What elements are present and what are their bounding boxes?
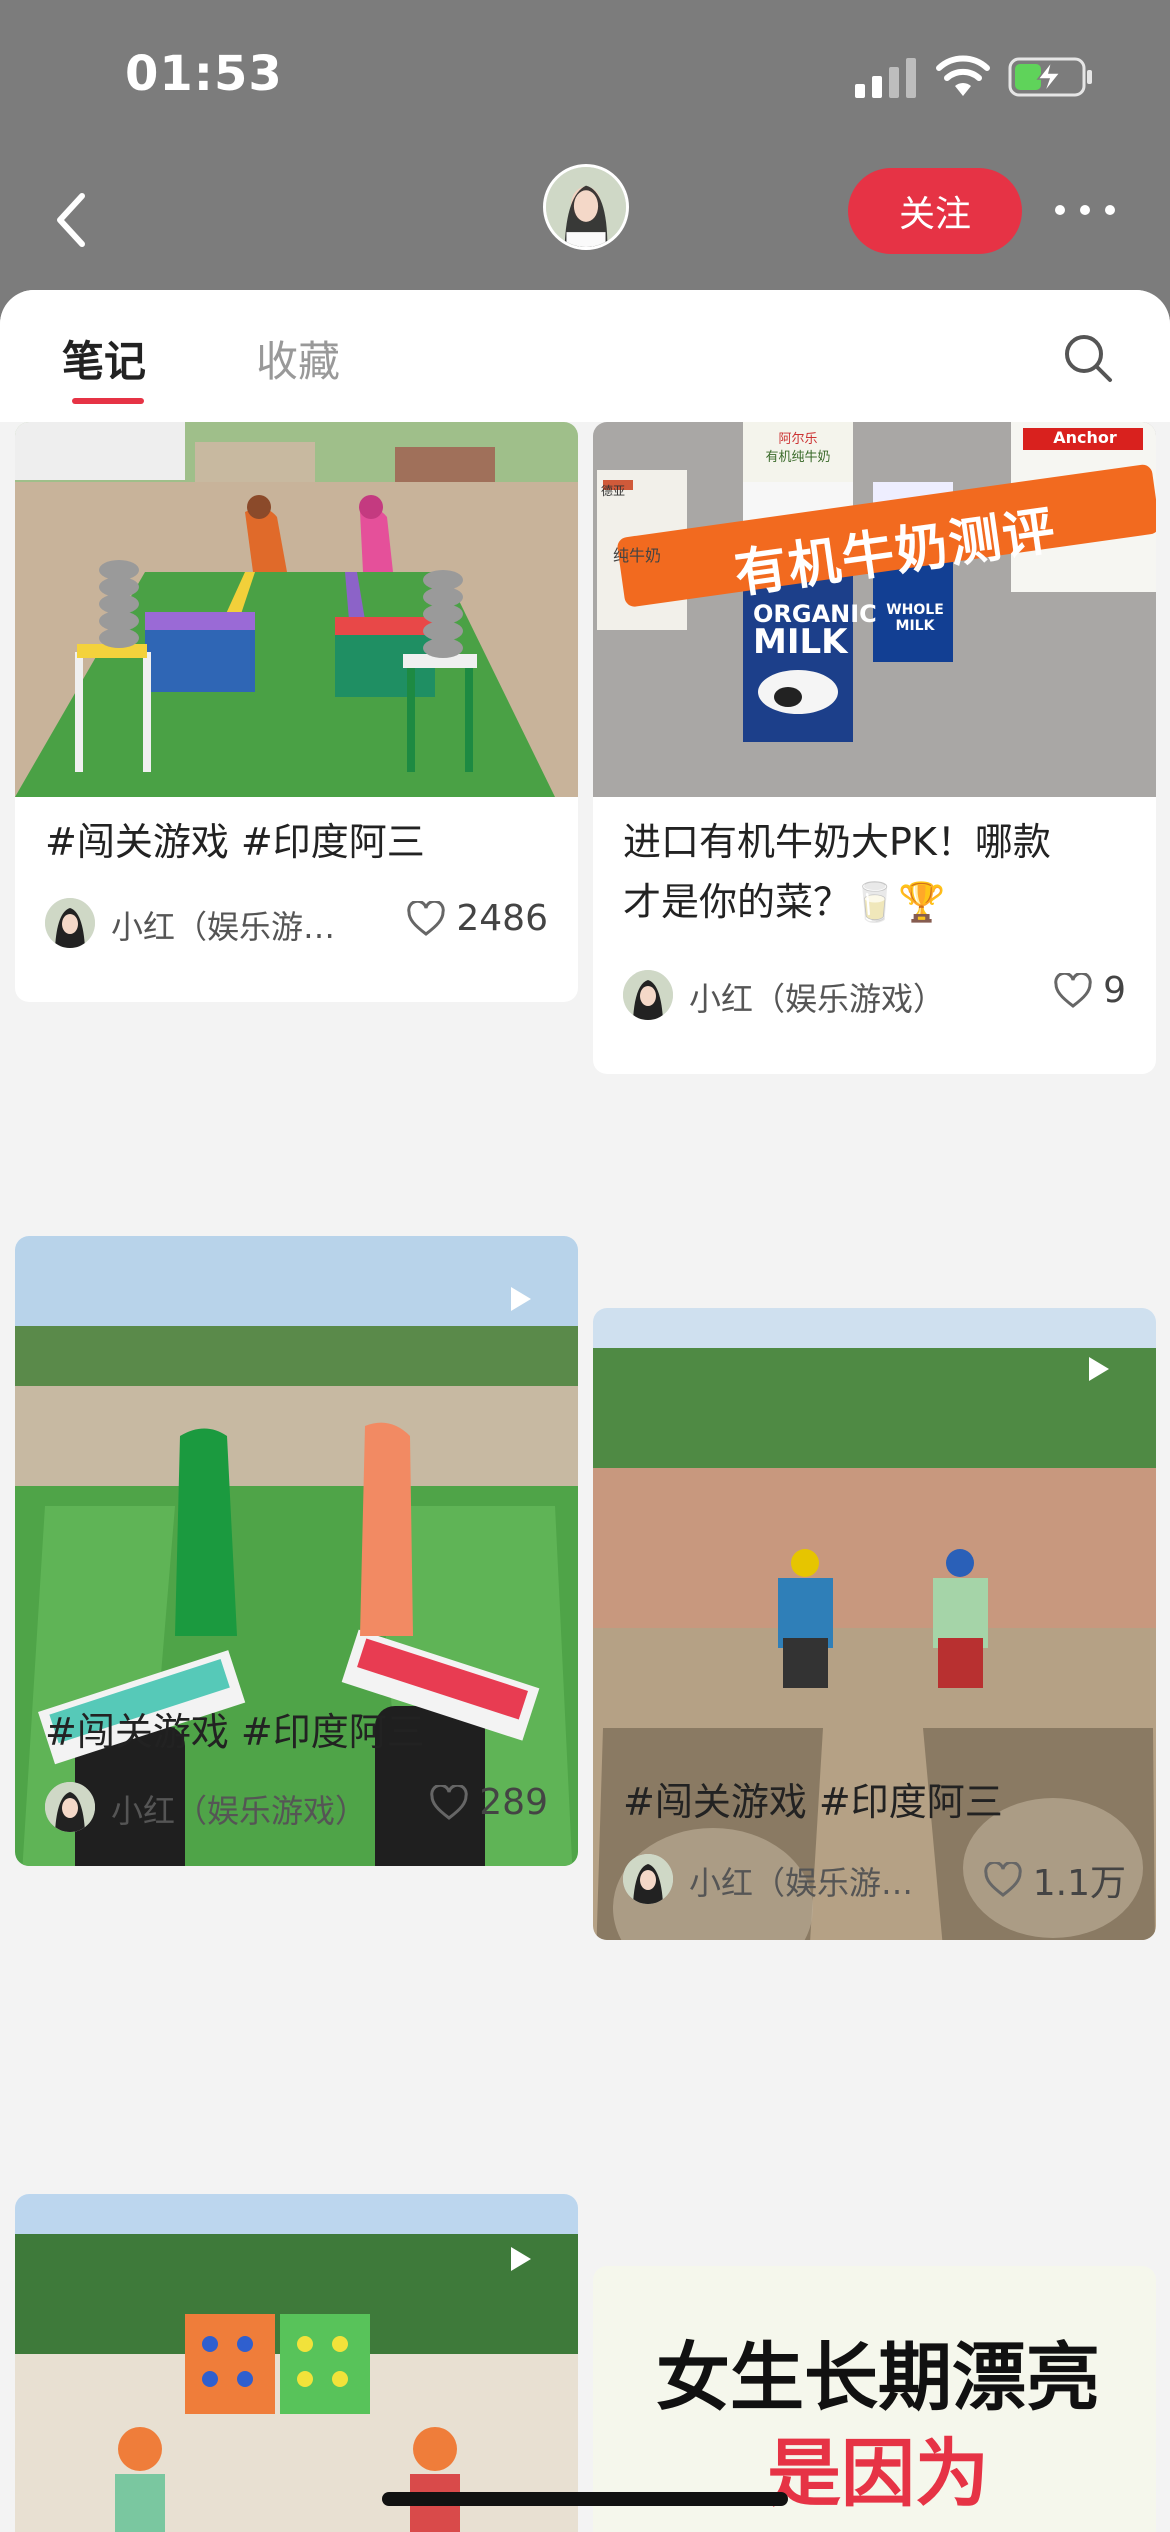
profile-avatar[interactable]	[543, 164, 629, 250]
note-card[interactable]: #闯关游戏 #印度阿三 小红（娱乐游… 1.1万	[593, 1308, 1156, 1940]
heart-icon	[984, 1862, 1022, 1897]
note-title-line: 才是你的菜？🥛🏆	[623, 880, 946, 924]
like-count: 2486	[456, 898, 548, 939]
top-nav: 关注	[0, 150, 1170, 290]
poster-headline: 女生长期漂亮	[656, 2335, 1100, 2421]
signal-icon	[855, 58, 916, 98]
author-avatar[interactable]	[45, 898, 95, 948]
milk-label: Anchor	[1053, 428, 1117, 447]
author-avatar[interactable]	[45, 1782, 95, 1832]
like-button[interactable]: 1.1万	[983, 1854, 1126, 1906]
note-title: #闯关游戏 #印度阿三	[623, 1780, 1003, 1824]
author-row: 小红（娱乐游戏） 289	[45, 1776, 558, 1836]
like-count: 289	[479, 1782, 548, 1823]
author-name[interactable]: 小红（娱乐游…	[111, 902, 335, 948]
note-title: #闯关游戏 #印度阿三	[45, 1710, 425, 1754]
content-sheet: 笔记 收藏 #闯关游戏 #印度阿三 小红（娱乐游… 2486 有机牛奶测评 OR…	[0, 290, 1170, 2532]
play-icon	[1089, 1357, 1109, 1381]
note-title: #闯关游戏 #印度阿三	[45, 820, 425, 864]
like-button[interactable]: 9	[1053, 970, 1126, 1011]
wifi-icon	[936, 55, 990, 96]
milk-label: 纯牛奶	[613, 546, 662, 565]
more-options-icon[interactable]	[1050, 190, 1120, 230]
battery-charging-icon	[1008, 57, 1092, 97]
milk-label: MILK	[753, 622, 848, 662]
active-tab-indicator	[72, 398, 144, 404]
milk-brand-labels: ORGANIC MILK	[753, 600, 993, 659]
note-thumbnail	[15, 422, 578, 797]
author-row: 小红（娱乐游戏） 9	[623, 964, 1136, 1024]
milk-label: 德亚	[601, 484, 626, 498]
author-name[interactable]: 小红（娱乐游戏）	[111, 1786, 367, 1832]
note-card[interactable]: #闯关游戏 #印度阿三 小红（娱乐游戏） 289	[15, 1236, 578, 1866]
author-row: 小红（娱乐游… 1.1万	[623, 1848, 1136, 1908]
note-title-line: 进口有机牛奶大PK！哪款	[623, 820, 1051, 864]
note-card[interactable]	[15, 2194, 578, 2532]
like-button[interactable]: 289	[429, 1782, 548, 1823]
note-thumbnail	[593, 1308, 1156, 1940]
note-card[interactable]: #闯关游戏 #印度阿三 小红（娱乐游… 2486	[15, 422, 578, 1002]
note-title: 进口有机牛奶大PK！哪款 才是你的菜？🥛🏆	[623, 812, 1133, 932]
play-icon	[511, 2247, 531, 2271]
author-name[interactable]: 小红（娱乐游…	[689, 1858, 913, 1904]
status-time: 01:53	[125, 46, 283, 102]
author-avatar[interactable]	[623, 1854, 673, 1904]
heart-icon	[430, 1784, 469, 1820]
author-avatar[interactable]	[623, 970, 673, 1020]
search-icon[interactable]	[1060, 330, 1116, 386]
play-icon	[511, 1287, 531, 1311]
back-arrow-icon[interactable]	[40, 180, 110, 260]
heart-icon	[407, 900, 446, 936]
note-thumbnail	[15, 1236, 578, 1866]
milk-label: 有机纯牛奶	[765, 450, 831, 465]
note-thumbnail	[15, 2194, 578, 2532]
status-bar: 01:53	[0, 0, 1170, 150]
author-row: 小红（娱乐游… 2486	[45, 892, 558, 952]
tab-notes[interactable]: 笔记	[62, 328, 146, 389]
home-indicator	[382, 2492, 788, 2506]
like-button[interactable]: 2486	[406, 898, 548, 939]
tab-bar: 笔记 收藏	[0, 290, 1170, 422]
milk-label: WHOLE MILK	[886, 602, 944, 634]
like-count: 1.1万	[1032, 1863, 1126, 1904]
like-count: 9	[1103, 970, 1126, 1011]
note-card[interactable]: 有机牛奶测评 ORGANIC MILK WHOLE MILK Anchor 阿尔…	[593, 422, 1156, 1074]
milk-label: 阿尔乐	[778, 432, 818, 447]
author-name[interactable]: 小红（娱乐游戏）	[689, 974, 945, 1020]
tab-favorites[interactable]: 收藏	[256, 328, 340, 389]
follow-button[interactable]: 关注	[848, 168, 1022, 254]
heart-icon	[1054, 972, 1092, 1008]
